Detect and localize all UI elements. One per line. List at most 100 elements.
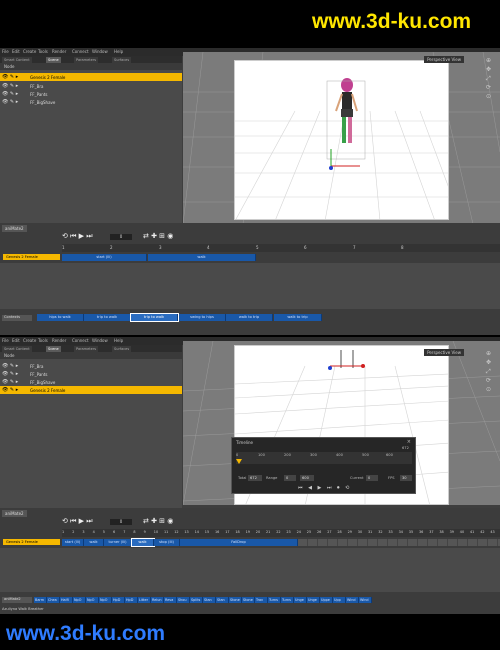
eye-icon[interactable]: 👁 ✎ ▸	[2, 74, 18, 80]
key-tools[interactable]: ⇄ ✚ ⊞ ◉	[143, 232, 173, 240]
range-end-field[interactable]: 600	[300, 475, 314, 481]
menu-edit[interactable]: Edit	[12, 338, 20, 343]
preset-tab[interactable]: Turns	[268, 597, 281, 603]
anim-block-walk[interactable]: walk	[148, 254, 256, 261]
track-genesis-label[interactable]: Genesis 2 Female	[3, 539, 60, 545]
playhead-marker[interactable]	[236, 459, 242, 464]
preset-tab[interactable]: Wind	[346, 597, 359, 603]
preset-tab[interactable]: HpD	[112, 597, 125, 603]
scene-node-pants[interactable]: 👁 ✎ ▸ FF_Pants	[0, 90, 182, 98]
anim-block-start[interactable]: start (lli)	[62, 539, 84, 546]
animate-tab[interactable]: aniMate2	[2, 225, 27, 232]
preset-tab[interactable]: Unge	[294, 597, 307, 603]
track-genesis-label[interactable]: Genesis 2 Female	[3, 254, 60, 260]
menu-edit[interactable]: Edit	[12, 49, 20, 54]
viewport-1[interactable]: Perspective View ⊕ ✥ ⤢ ⟳ ⊙	[183, 52, 500, 224]
contexts-dropdown[interactable]: Contexts	[2, 315, 32, 321]
menu-tools[interactable]: Tools	[38, 338, 48, 343]
preset-tab[interactable]: NpO	[73, 597, 86, 603]
preset-tab[interactable]: Stan	[216, 597, 229, 603]
preset-tab[interactable]: Upp	[333, 597, 346, 603]
eye-icon[interactable]: 👁 ✎ ▸	[2, 91, 18, 97]
preset-tab[interactable]: HpD	[125, 597, 138, 603]
menu-connect[interactable]: Connect	[72, 338, 89, 343]
transport-controls[interactable]: ⟲ ⏮ ▶ ⏭	[62, 517, 93, 526]
menu-file[interactable]: File	[2, 49, 9, 54]
scene-node-bra[interactable]: 👁 ✎ ▸ FF_Bra	[0, 362, 182, 370]
preset-tab[interactable]: NpO	[86, 597, 99, 603]
eye-icon[interactable]: 👁 ✎ ▸	[2, 83, 18, 89]
filter-dropdown[interactable]: aniMate2	[2, 597, 32, 603]
preset-4[interactable]: swing to hips	[179, 314, 226, 321]
anim-block-turner[interactable]: turner (lli)	[104, 539, 132, 546]
anim-block-start[interactable]: start (lli)	[62, 254, 147, 261]
eye-icon[interactable]: 👁 ✎ ▸	[2, 99, 18, 105]
eye-icon[interactable]: 👁 ✎ ▸	[2, 387, 18, 393]
preset-tab[interactable]: Chea	[47, 597, 60, 603]
menu-help[interactable]: Help	[114, 338, 123, 343]
scene-node-bigshave[interactable]: 👁 ✎ ▸ FF_BigShave	[0, 98, 182, 106]
preset-tab[interactable]: Litter	[138, 597, 151, 603]
key-tools[interactable]: ⇄ ✚ ⊞ ◉	[143, 517, 173, 525]
preset-tab[interactable]: HalfI	[60, 597, 73, 603]
preset-tab[interactable]: Stone	[242, 597, 255, 603]
preset-tab[interactable]: Stan	[203, 597, 216, 603]
preset-tab[interactable]: NpO	[99, 597, 112, 603]
viewport-tools[interactable]: ⊕ ✥ ⤢ ⟳ ⊙	[486, 349, 496, 394]
menu-window[interactable]: Window	[92, 338, 108, 343]
total-field[interactable]: 672	[248, 475, 262, 481]
preset-tab[interactable]: Turns	[281, 597, 294, 603]
current-field[interactable]: 0	[366, 475, 378, 481]
preset-tab[interactable]: Trav	[255, 597, 268, 603]
preset-tab[interactable]: Relun	[151, 597, 164, 603]
preset-1[interactable]: hips to walk	[37, 314, 84, 321]
preset-tab[interactable]: Wind	[359, 597, 372, 603]
timeline-transport[interactable]: ⏮ ◀ ▶ ⏭ ⏺ ⟲	[298, 485, 351, 491]
preset-tab[interactable]: Unge	[307, 597, 320, 603]
menu-help[interactable]: Help	[114, 49, 123, 54]
close-icon[interactable]: ×	[407, 439, 411, 445]
menu-tools[interactable]: Tools	[38, 49, 48, 54]
preset-tab[interactable]: Uppe	[320, 597, 333, 603]
anim-block-stop[interactable]: stop (lli)	[154, 539, 180, 546]
anim-block-walk-1[interactable]: walk	[84, 539, 104, 546]
preset-tab[interactable]: Shou	[177, 597, 190, 603]
menu-create[interactable]: Create	[23, 338, 36, 343]
range-start-field[interactable]: 0	[284, 475, 296, 481]
viewport-tools[interactable]: ⊕ ✥ ⤢ ⟳ ⊙	[486, 56, 496, 101]
animate-tab[interactable]: aniMate2	[2, 510, 27, 517]
frame-field[interactable]: 0	[110, 234, 132, 240]
frame-ruler[interactable]: 1 2 3 4 5 6 7 8 9 10 11 12 13 14 15 16 17 18 19 20 21 22 23 24 2…	[62, 529, 500, 537]
frame-field[interactable]: 0	[110, 519, 132, 525]
scene-node-genesis[interactable]: 👁 ✎ ▸ Genesis 2 Female	[0, 386, 182, 394]
preset-tab[interactable]: Barm	[34, 597, 47, 603]
timeline-scrubber[interactable]: 0 100 200 300 400 500 600 672	[236, 446, 412, 464]
fps-field[interactable]: 30	[400, 475, 412, 481]
anim-block-falldrop[interactable]: FallDrop	[180, 539, 298, 546]
scene-node-pants[interactable]: 👁 ✎ ▸ FF_Pants	[0, 370, 182, 378]
perspective-view-button[interactable]: Perspective View	[424, 56, 464, 63]
menu-create[interactable]: Create	[23, 49, 36, 54]
preset-tab[interactable]: Reva	[164, 597, 177, 603]
menu-render[interactable]: Render	[52, 49, 66, 54]
preset-tab[interactable]: Splits	[190, 597, 203, 603]
eye-icon[interactable]: 👁 ✎ ▸	[2, 379, 18, 385]
preset-5[interactable]: walk to trip	[226, 314, 273, 321]
transport-controls[interactable]: ⟲ ⏮ ▶ ⏭	[62, 232, 93, 241]
menu-file[interactable]: File	[2, 338, 9, 343]
preset-tab[interactable]: Stone	[229, 597, 242, 603]
anim-block-walk-2[interactable]: walk	[131, 538, 155, 547]
preset-2[interactable]: trip to walk	[84, 314, 131, 321]
eye-icon[interactable]: 👁 ✎ ▸	[2, 371, 18, 377]
frame-ruler[interactable]: 1 2 3 4 5 6 7 8	[62, 244, 500, 252]
scene-node-genesis[interactable]: 👁 ✎ ▸ Genesis 2 Female	[0, 73, 182, 81]
menu-window[interactable]: Window	[92, 49, 108, 54]
preset-6[interactable]: walk to trip	[274, 314, 322, 321]
scene-node-bra[interactable]: 👁 ✎ ▸ FF_Bra	[0, 82, 182, 90]
empty-track-cells[interactable]	[298, 539, 500, 546]
perspective-view-button[interactable]: Perspective View	[424, 349, 464, 356]
menu-render[interactable]: Render	[52, 338, 66, 343]
preset-3[interactable]: trip to walk	[130, 313, 179, 322]
eye-icon[interactable]: 👁 ✎ ▸	[2, 363, 18, 369]
scene-node-bigshave[interactable]: 👁 ✎ ▸ FF_BigShave	[0, 378, 182, 386]
